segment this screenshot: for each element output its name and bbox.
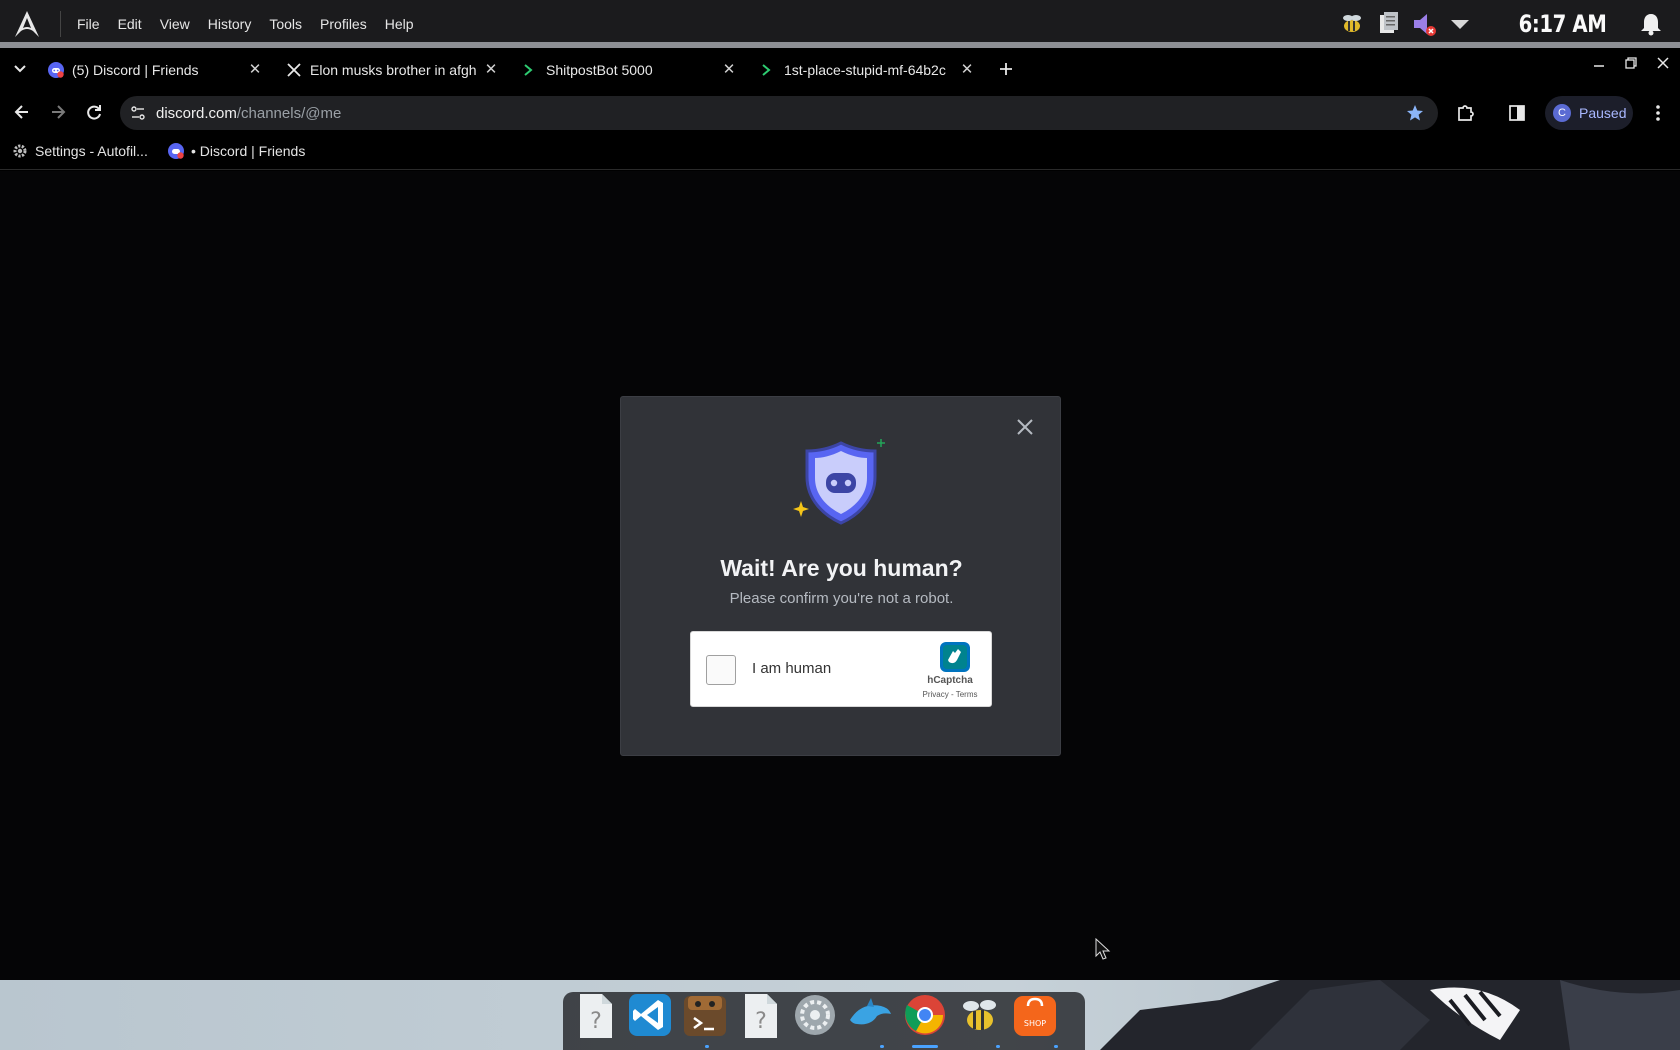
discord-shield-icon [793, 439, 885, 525]
new-tab-plus-icon[interactable] [998, 61, 1014, 77]
menubar-separator [60, 11, 61, 37]
terminal-app-icon[interactable] [682, 992, 728, 1038]
url-path: /channels/@me [236, 104, 342, 122]
reload-icon[interactable] [84, 102, 104, 122]
profile-paused-button[interactable]: C Paused [1545, 96, 1633, 130]
hcaptcha-brand: hCaptcha [927, 675, 973, 686]
tab-close-icon[interactable]: ✕ [246, 61, 264, 79]
site-info-icon[interactable] [130, 105, 146, 121]
dolphin-icon[interactable] [847, 992, 893, 1038]
running-indicator [1054, 1045, 1058, 1048]
captcha-modal: Wait! Are you human? Please confirm you'… [620, 396, 1061, 756]
tab-shitpostbot[interactable]: ShitpostBot 5000 ✕ [522, 56, 738, 84]
tab-title: (5) Discord | Friends [72, 62, 199, 78]
shop-label: SHOP [1024, 1019, 1046, 1028]
bookmark-settings-autofill[interactable]: Settings - Autofil... [12, 143, 148, 159]
unknown-file-icon[interactable]: ? [737, 992, 783, 1038]
tab-close-icon[interactable]: ✕ [482, 61, 500, 79]
tab-title: ShitpostBot 5000 [546, 62, 653, 78]
url-domain: discord.com [156, 104, 237, 122]
vscode-icon[interactable] [627, 992, 673, 1038]
forward-icon[interactable] [48, 102, 68, 122]
system-tray: 6:17 AM [1339, 0, 1680, 48]
settings-icon[interactable] [792, 992, 838, 1038]
terminal-icon [524, 64, 533, 76]
avatar: C [1553, 104, 1571, 122]
x-icon [287, 63, 301, 77]
bee-tray-icon[interactable] [1339, 11, 1365, 37]
modal-title: Wait! Are you human? [720, 555, 963, 581]
running-indicator [996, 1045, 1000, 1048]
tab-elon-musk[interactable]: Elon musks brother in afgh ✕ [286, 56, 500, 84]
tab-close-icon[interactable]: ✕ [720, 61, 738, 79]
browser-toolbar: discord.com/channels/@me C Paused [0, 90, 1680, 136]
dropdown-arrow-tray-icon[interactable] [1447, 11, 1473, 37]
profile-status: Paused [1579, 105, 1627, 121]
back-icon[interactable] [12, 102, 32, 122]
gear-icon [13, 144, 27, 158]
shop-icon[interactable]: SHOP [1012, 992, 1058, 1038]
hcaptcha-logo-icon [940, 642, 970, 672]
menu-tools[interactable]: Tools [269, 16, 302, 32]
extensions-icon[interactable] [1456, 103, 1476, 123]
clipboard-tray-icon[interactable] [1375, 11, 1401, 37]
discord-icon [48, 62, 64, 78]
arch-logo-icon[interactable] [12, 9, 42, 39]
svg-text:?: ? [755, 1009, 767, 1034]
system-menubar: File Edit View History Tools Profiles He… [0, 0, 1680, 48]
address-bar[interactable]: discord.com/channels/@me [120, 96, 1438, 130]
menu-edit[interactable]: Edit [118, 16, 142, 32]
bookmark-discord-friends[interactable]: • Discord | Friends [168, 143, 305, 159]
tab-strip: (5) Discord | Friends ✕ Elon musks broth… [0, 48, 1680, 90]
menu-help[interactable]: Help [385, 16, 414, 32]
side-panel-icon[interactable] [1508, 104, 1526, 122]
tab-discord-friends[interactable]: (5) Discord | Friends ✕ [48, 56, 264, 84]
menu-history[interactable]: History [208, 16, 252, 32]
close-window-icon[interactable] [1656, 56, 1670, 70]
clock[interactable]: 6:17 AM [1519, 10, 1607, 38]
menu-view[interactable]: View [160, 16, 190, 32]
hcaptcha-widget: I am human hCaptcha Privacy - Terms [690, 631, 992, 707]
human-checkbox[interactable] [706, 655, 736, 685]
application-dock: ? ? SHOP [563, 992, 1085, 1050]
running-indicator [880, 1045, 884, 1048]
tab-1st-place[interactable]: 1st-place-stupid-mf-64b2c ✕ [760, 56, 976, 84]
minimize-icon[interactable] [1592, 56, 1606, 70]
window-controls [1592, 56, 1670, 70]
menu-file[interactable]: File [77, 16, 100, 32]
bookmark-star-icon[interactable] [1406, 104, 1424, 122]
svg-text:?: ? [590, 1009, 602, 1034]
close-icon[interactable] [1013, 415, 1037, 439]
tab-search-chevron-icon[interactable] [12, 61, 28, 77]
modal-subtitle: Please confirm you're not a robot. [729, 590, 954, 607]
notification-bell-icon[interactable] [1638, 11, 1664, 37]
kebab-menu-icon[interactable] [1648, 103, 1668, 123]
chrome-icon[interactable] [902, 992, 948, 1038]
bookmark-label: Settings - Autofil... [35, 143, 148, 159]
anime-wallpaper-art [1100, 980, 1680, 1050]
volume-muted-tray-icon[interactable] [1411, 11, 1437, 37]
tab-close-icon[interactable]: ✕ [958, 61, 976, 79]
human-checkbox-label[interactable]: I am human [752, 660, 831, 677]
bookmark-label: • Discord | Friends [191, 143, 306, 159]
mouse-pointer-icon [1095, 938, 1111, 960]
privacy-terms-links[interactable]: Privacy - Terms [917, 690, 983, 699]
menu-profiles[interactable]: Profiles [320, 16, 367, 32]
tab-title: Elon musks brother in afgh [310, 62, 476, 78]
bee-icon[interactable] [957, 992, 1003, 1038]
unknown-file-icon[interactable]: ? [572, 992, 618, 1038]
bookmarks-bar: Settings - Autofil... • Discord | Friend… [0, 136, 1680, 170]
active-indicator [912, 1045, 938, 1048]
running-indicator [705, 1045, 709, 1048]
discord-icon [168, 143, 184, 159]
url-text[interactable]: discord.com/channels/@me [156, 105, 341, 122]
tab-title: 1st-place-stupid-mf-64b2c [784, 62, 946, 78]
terminal-icon [762, 64, 771, 76]
restore-icon[interactable] [1624, 56, 1638, 70]
